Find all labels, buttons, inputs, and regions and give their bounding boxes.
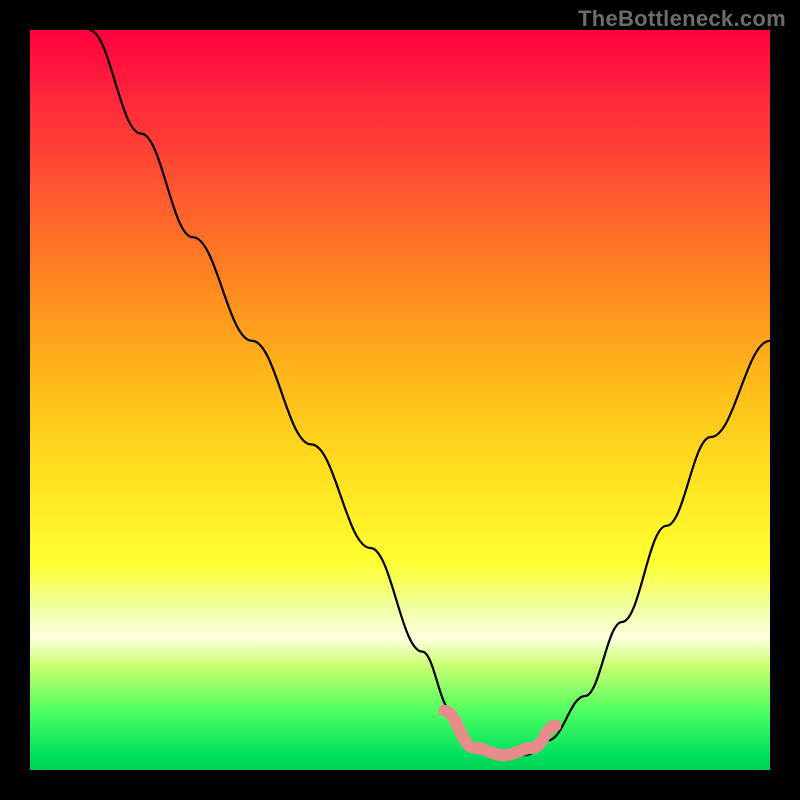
optimal-range-highlight [444, 711, 555, 755]
chart-frame: TheBottleneck.com [0, 0, 800, 800]
bottleneck-curve [89, 30, 770, 755]
plot-area [30, 30, 770, 770]
curve-layer [30, 30, 770, 770]
watermark-text: TheBottleneck.com [578, 6, 786, 32]
